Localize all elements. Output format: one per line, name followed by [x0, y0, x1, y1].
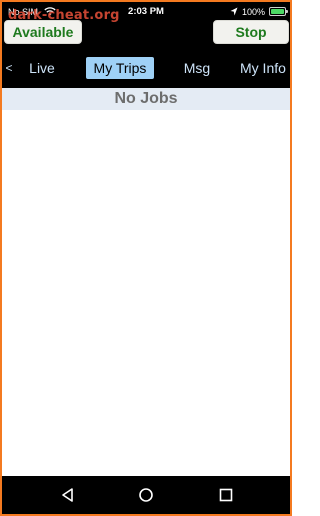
tab-scroll-left-icon[interactable]: < — [5, 57, 13, 79]
android-nav-bar — [2, 476, 290, 514]
trip-list[interactable] — [2, 110, 290, 476]
recents-square-icon[interactable] — [216, 485, 236, 505]
battery-icon — [269, 7, 288, 16]
tab-bar: < Live My Trips Msg My Info — [2, 48, 290, 88]
tab-live[interactable]: Live — [26, 57, 58, 79]
back-triangle-icon[interactable] — [58, 485, 78, 505]
available-button[interactable]: Available — [4, 20, 82, 44]
home-circle-icon[interactable] — [136, 485, 156, 505]
tab-my-trips[interactable]: My Trips — [86, 57, 154, 79]
battery-percent: 100% — [242, 7, 266, 17]
top-bar: No SIM 2:03 PM 100% dark-cheat.org Avail… — [2, 2, 290, 48]
location-arrow-icon — [230, 7, 238, 16]
empty-state-header: No Jobs — [2, 88, 290, 110]
tab-msg[interactable]: Msg — [180, 57, 214, 79]
stop-button[interactable]: Stop — [213, 20, 289, 44]
app-frame: No SIM 2:03 PM 100% dark-cheat.org Avail… — [0, 0, 292, 516]
tab-my-info[interactable]: My Info — [240, 57, 290, 79]
